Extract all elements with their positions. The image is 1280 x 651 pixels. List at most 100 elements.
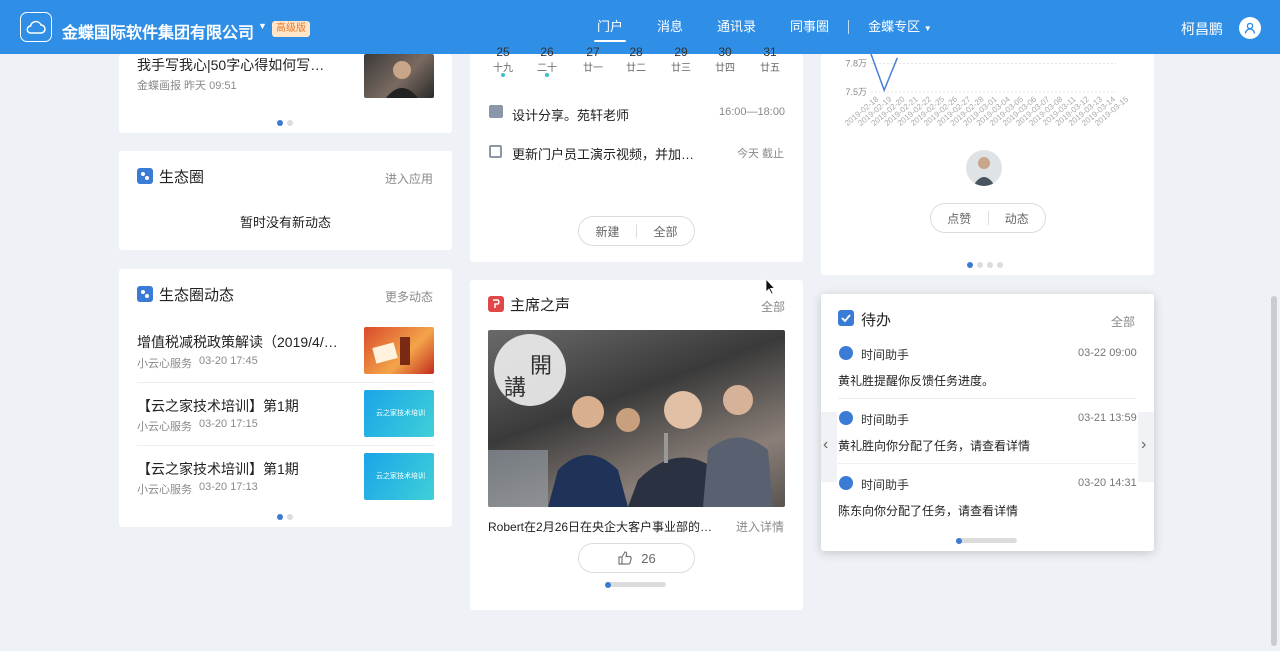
pager-dot[interactable] — [977, 262, 983, 268]
stock-avatar[interactable] — [966, 150, 1002, 186]
calendar-day-number[interactable]: 31 — [755, 45, 785, 59]
calendar-lunar-date: 十九 — [493, 63, 513, 74]
todo-message[interactable]: 黄礼胜向你分配了任务，请查看详情 — [838, 437, 1030, 454]
calendar-day-number[interactable]: 29 — [666, 45, 696, 59]
pager-dot[interactable] — [987, 262, 993, 268]
chairman-photo[interactable]: 開 講 — [488, 330, 785, 507]
todo-sender: 时间助手 — [861, 478, 910, 492]
pager-active — [605, 581, 611, 588]
event-title[interactable]: 更新门户员工演示视频，并加… — [512, 144, 694, 163]
like-button[interactable]: 26 — [578, 543, 695, 573]
eco-feed-title: 生态圈动态 — [159, 287, 235, 304]
pager-dot[interactable] — [967, 262, 973, 268]
news-thumbnail[interactable] — [364, 54, 434, 98]
task-icon — [489, 145, 502, 158]
user-avatar-icon[interactable] — [1239, 17, 1261, 39]
todo-title: 待办 — [861, 312, 892, 329]
chairman-detail-link[interactable]: 进入详情 — [736, 518, 784, 535]
checkbox-icon — [838, 310, 854, 326]
todo-sender: 时间助手 — [861, 413, 910, 427]
eco-feed-icon — [137, 286, 153, 302]
feed-divider — [137, 382, 434, 383]
nav-divider — [848, 20, 850, 34]
calendar-day-number[interactable]: 30 — [710, 45, 740, 59]
news-title[interactable]: 我手写我心|50字心得如何写… — [137, 55, 324, 75]
todo-pager[interactable] — [956, 537, 1017, 544]
chart-y-tick: 7.5万 — [845, 87, 867, 97]
chairman-caption[interactable]: Robert在2月26日在央企大客户事业部的… — [488, 518, 712, 535]
calendar-lunar-date: 廿二 — [626, 63, 646, 74]
eco-feed-more-link[interactable]: 更多动态 — [385, 288, 433, 305]
news-meta: 金蝶画报 昨天 09:51 — [137, 80, 237, 92]
pager-dot[interactable] — [287, 514, 293, 520]
thumbnail-caption: 云之家技术培训 — [376, 473, 425, 480]
chairman-all-link[interactable]: 全部 — [761, 298, 785, 315]
feed-item-source: 小云心服务 — [137, 358, 192, 370]
pager-dot[interactable] — [277, 514, 283, 520]
assistant-icon — [839, 411, 853, 425]
eco-title: 生态圈 — [159, 169, 205, 186]
feed-pager[interactable] — [277, 514, 293, 520]
pager-dot[interactable] — [997, 262, 1003, 268]
calendar-day-number[interactable]: 27 — [578, 45, 608, 59]
stock-actions: 点赞 动态 — [930, 203, 1046, 233]
calendar-day-number[interactable]: 28 — [621, 45, 651, 59]
image-sign-text: 開 — [530, 354, 553, 379]
feed-divider — [137, 445, 434, 446]
todo-divider — [838, 398, 1136, 399]
calendar-event-dot — [501, 73, 505, 77]
cloud-logo-icon[interactable] — [20, 12, 52, 42]
chairman-pager[interactable] — [605, 581, 666, 588]
eco-app-icon — [137, 168, 153, 184]
feed-item-title[interactable]: 增值税减税政策解读（2019/4/… — [137, 332, 338, 352]
eco-open-app-link[interactable]: 进入应用 — [385, 170, 433, 187]
feed-item-title[interactable]: 【云之家技术培训】第1期 — [137, 396, 299, 416]
company-caret-icon[interactable]: ▼ — [258, 21, 267, 31]
pager-active — [956, 537, 962, 544]
chevron-right-icon[interactable]: › — [1141, 436, 1146, 454]
thumbnail-caption: 云之家技术培训 — [376, 410, 425, 417]
all-button[interactable]: 全部 — [637, 223, 694, 240]
todo-time: 03-22 09:00 — [1078, 347, 1137, 359]
edition-badge: 高级版 — [272, 21, 310, 37]
todo-message[interactable]: 陈东向你分配了任务，请查看详情 — [838, 502, 1018, 519]
feed-action-button[interactable]: 动态 — [989, 210, 1046, 227]
chart-series-line — [870, 54, 899, 93]
stock-line-chart: 7.8万7.5万2019-02-182019-02-192019-02-2020… — [843, 54, 1131, 128]
pager-dot[interactable] — [277, 120, 283, 126]
nav-kingdee-zone[interactable]: 金蝶专区 ▼ — [851, 0, 949, 54]
calendar-lunar-date: 二十 — [537, 63, 557, 74]
chairman-icon — [488, 296, 504, 312]
chart-y-tick: 7.8万 — [845, 59, 867, 69]
calendar-day-number[interactable]: 26 — [532, 45, 562, 59]
new-button[interactable]: 新建 — [579, 223, 636, 240]
event-deadline: 今天 截止 — [737, 148, 785, 160]
calendar-day-number[interactable]: 25 — [488, 45, 518, 59]
chairman-title: 主席之声 — [510, 297, 571, 314]
page-scrollbar[interactable] — [1271, 296, 1277, 646]
calendar-lunar-date: 廿四 — [715, 63, 735, 74]
feed-item-source: 小云心服务 — [137, 484, 192, 496]
like-action-button[interactable]: 点赞 — [931, 210, 988, 227]
todo-all-link[interactable]: 全部 — [1111, 313, 1135, 330]
news-pager[interactable] — [277, 120, 293, 126]
pager-dot[interactable] — [287, 120, 293, 126]
calendar-event-dot — [545, 73, 549, 77]
thumbs-up-icon — [617, 550, 633, 566]
mouse-cursor-icon — [765, 277, 776, 300]
todo-message[interactable]: 黄礼胜提醒你反馈任务进度。 — [838, 372, 994, 389]
chevron-left-icon[interactable]: ‹ — [823, 436, 828, 454]
calendar-lunar-date: 廿五 — [760, 63, 780, 74]
feed-thumbnail-tax[interactable] — [364, 327, 434, 374]
feed-item-title[interactable]: 【云之家技术培训】第1期 — [137, 459, 299, 479]
username[interactable]: 柯昌鹏 — [1181, 19, 1223, 39]
event-title[interactable]: 设计分享。苑轩老师 — [512, 105, 629, 124]
feed-thumbnail-training[interactable]: 云之家技术培训 — [364, 390, 434, 437]
company-name[interactable]: 金蝶国际软件集团有限公司 — [62, 19, 254, 43]
feed-thumbnail-training[interactable]: 云之家技术培训 — [364, 453, 434, 500]
todo-time: 03-21 13:59 — [1078, 412, 1137, 424]
event-icon — [489, 105, 503, 118]
assistant-icon — [839, 346, 853, 360]
stock-pager[interactable] — [967, 262, 1003, 268]
feed-item-time: 03-20 17:13 — [199, 481, 258, 493]
